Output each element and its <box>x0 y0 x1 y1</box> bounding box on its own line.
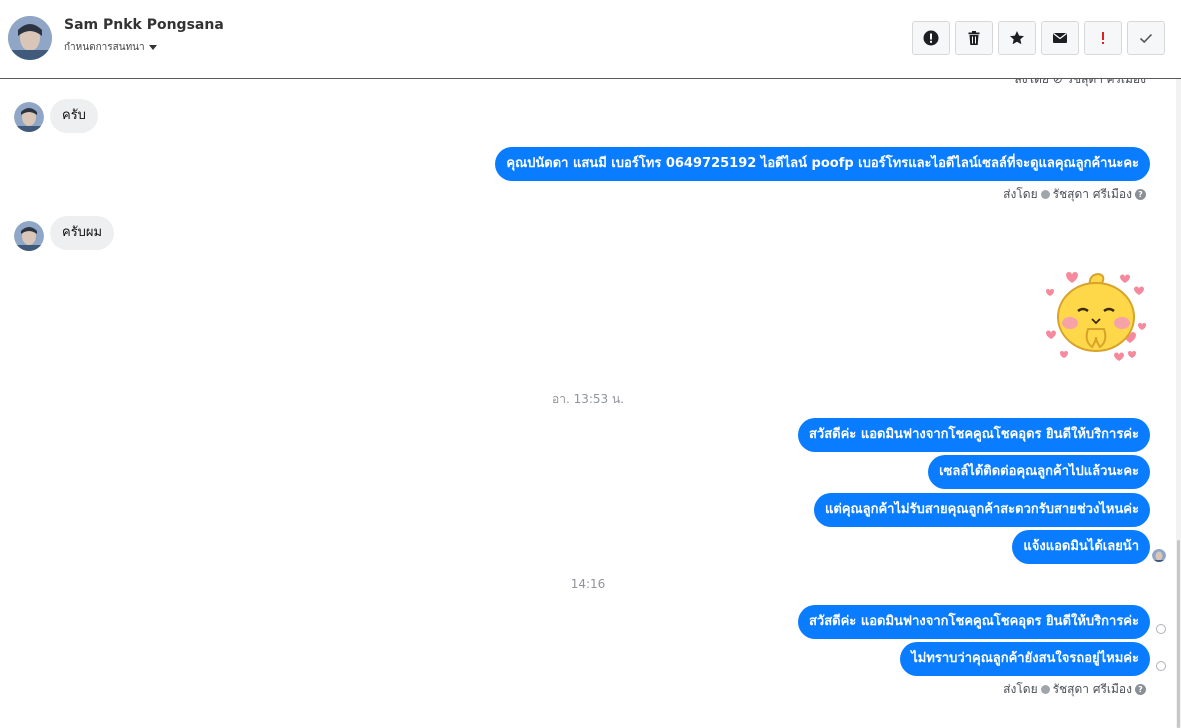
important-button[interactable] <box>1084 21 1122 55</box>
outgoing-message[interactable]: แต่คุณลูกค้าไม่รับสายคุณลูกค้าสะดวกรับสา… <box>814 493 1150 527</box>
conversation-toolbar <box>912 21 1165 55</box>
sent-check-icon <box>1040 685 1050 694</box>
sent-by-label: ส่งโดย <box>1003 682 1038 696</box>
help-icon[interactable]: ? <box>1135 189 1146 200</box>
sticker-chick[interactable] <box>1040 267 1150 367</box>
conversation-label-dropdown[interactable]: กำหนดการสนทนา <box>64 40 157 55</box>
outgoing-message[interactable]: คุณปนัดดา แสนมี เบอร์โทร 0649725192 ไอดี… <box>495 147 1150 181</box>
outgoing-message[interactable]: เซลล์ได้ติดต่อคุณลูกค้าไปแล้วนะคะ <box>928 455 1150 489</box>
exclamation-icon <box>1102 32 1104 44</box>
mark-unread-button[interactable] <box>1041 21 1079 55</box>
conversation-label-text: กำหนดการสนทนา <box>64 42 145 53</box>
sent-by-info: ส่งโดย รัชสุดา ศรีเมือง ? <box>1003 680 1146 699</box>
envelope-icon <box>1053 33 1067 43</box>
check-icon <box>1139 33 1153 44</box>
sender-name[interactable]: รัชสุดา ศรีเมือง <box>1053 680 1132 699</box>
contact-name[interactable]: Sam Pnkk Pongsana <box>64 17 224 33</box>
seen-avatar <box>1152 548 1166 562</box>
sent-check-icon <box>1040 190 1050 199</box>
scrollbar-thumb[interactable] <box>1177 540 1180 728</box>
sent-by-partial: ส่งโดย ⊘ รัชสุดา ศรีเมือง <box>1014 79 1146 86</box>
delivered-check-icon <box>1156 624 1166 634</box>
timestamp-divider: 14:16 <box>570 577 606 591</box>
incoming-message[interactable]: ครับผม <box>50 216 115 250</box>
delete-button[interactable] <box>955 21 993 55</box>
timestamp-divider: อา. 13:53 น. <box>552 392 624 406</box>
trash-icon <box>968 31 980 45</box>
outgoing-message[interactable]: ไม่ทราบว่าคุณลูกค้ายังสนใจรถอยู่ไหมค่ะ <box>900 642 1150 676</box>
delivered-check-icon <box>1156 661 1166 671</box>
contact-avatar-small[interactable] <box>14 102 44 132</box>
outgoing-message[interactable]: สวัสดีค่ะ แอดมินฟางจากโชคคูณโชคอุดร ยินด… <box>798 605 1150 639</box>
help-icon[interactable]: ? <box>1135 684 1146 695</box>
star-icon <box>1010 31 1024 45</box>
report-spam-button[interactable] <box>912 21 950 55</box>
exclamation-circle-icon <box>923 30 939 46</box>
contact-avatar-small[interactable] <box>14 221 44 251</box>
contact-avatar[interactable] <box>8 16 52 60</box>
done-button[interactable] <box>1127 21 1165 55</box>
message-thread: ส่งโดย ⊘ รัชสุดา ศรีเมือง ครับ คุณปนัดดา… <box>0 79 1176 728</box>
conversation-header: Sam Pnkk Pongsana กำหนดการสนทนา <box>0 0 1181 79</box>
caret-down-icon <box>148 44 157 50</box>
sent-by-label: ส่งโดย <box>1003 187 1038 201</box>
incoming-message[interactable]: ครับ <box>50 99 98 133</box>
outgoing-message[interactable]: แจ้งแอดมินได้เลยน้า <box>1012 530 1150 564</box>
star-button[interactable] <box>998 21 1036 55</box>
sender-name[interactable]: รัชสุดา ศรีเมือง <box>1053 185 1132 204</box>
outgoing-message[interactable]: สวัสดีค่ะ แอดมินฟางจากโชคคูณโชคอุดร ยินด… <box>798 418 1150 452</box>
sent-by-info: ส่งโดย รัชสุดา ศรีเมือง ? <box>1003 185 1146 204</box>
